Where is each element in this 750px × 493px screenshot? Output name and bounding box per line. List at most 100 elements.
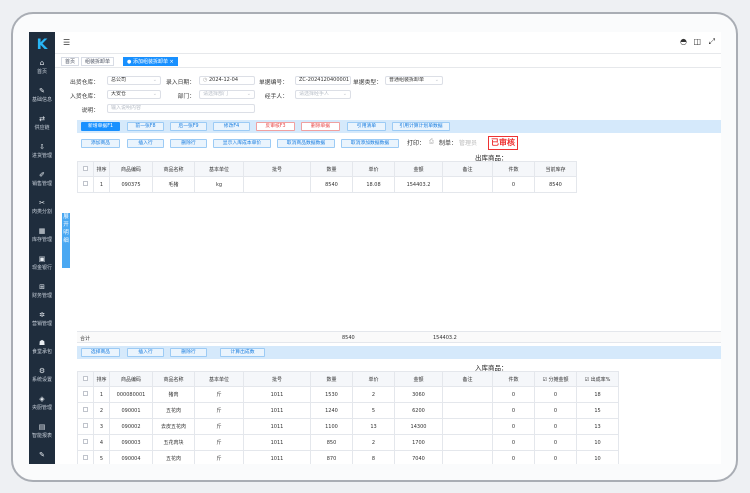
doc-no-input[interactable]: ZC-2024120400001 (295, 76, 351, 85)
sidebar-item[interactable]: ▦ 库存管理 (29, 226, 55, 250)
nav-icon: ✐ (39, 171, 45, 179)
table-cell: 1240 (310, 402, 353, 419)
table-cell: 斤 (194, 386, 244, 403)
handler-placeholder: 请选择经手人 (299, 91, 330, 97)
sidebar-item[interactable]: ✐ 销售管理 (29, 170, 55, 194)
sidebar-item[interactable]: ✂ 肉类分割 (29, 198, 55, 222)
nav-icon: ⚙ (38, 367, 46, 375)
tab-assembly-list[interactable]: 组装拆卸单 (81, 57, 115, 66)
sidebar-item[interactable]: ▣ 现金银行 (29, 254, 55, 278)
sidebar: K ⌂ 首页 ✎ 基础信息 ⇄ 供应链 ⇩ 进货管理 ✐ 销售管理 ✂ 肉类分割 ▦ 库存管理 ▣ 现金银行 ⊞… (29, 32, 55, 464)
date-input[interactable]: ◷ 2024-12-04 (199, 76, 255, 85)
prev-doc-button[interactable]: 前一张F8 (127, 122, 164, 131)
table-cell: 1011 (243, 402, 311, 419)
sidebar-item[interactable]: ✎ (29, 450, 55, 464)
sidebar-item[interactable]: ⊞ 财务管理 (29, 282, 55, 306)
cancel-product-button[interactable]: 取消商品数据数据 (277, 139, 335, 148)
menu-fold-icon[interactable]: ☰ (63, 38, 70, 47)
note-input[interactable]: 输入说明内容 (107, 104, 255, 113)
row-checkbox[interactable] (83, 391, 88, 396)
column-header: 商品编码 (109, 371, 153, 387)
handler-select[interactable]: 请选择经手人 ⌄ (295, 90, 351, 99)
table-cell: 0 (534, 450, 577, 464)
table-row[interactable]: 4 090003 五花肉块斤 1011 850 2 1700 0 0 10 (77, 434, 619, 451)
sidebar-item[interactable]: ✎ 基础信息 (29, 86, 55, 110)
table-cell: 0 (534, 418, 577, 435)
table-cell (77, 434, 94, 451)
doc-type-select[interactable]: 普通组装拆卸单 ⌄ (385, 76, 443, 85)
table-cell: 13 (352, 418, 395, 435)
out-warehouse-select[interactable]: 总公司 ⌄ (107, 76, 161, 85)
sidebar-item[interactable]: ⚙ 系统设置 (29, 366, 55, 390)
table-row[interactable]: 3 090002 去皮五花肉斤 1011 1100 13 14300 0 0 13 (77, 418, 619, 435)
table-cell: 0 (534, 402, 577, 419)
ref-list-button[interactable]: 引用清单 (347, 122, 386, 131)
table-cell: 10 (576, 434, 619, 451)
sidebar-item[interactable]: ⌂ 首页 (29, 58, 55, 82)
layout-icon[interactable]: ◫ (693, 37, 701, 46)
table-cell: 猪肉 (152, 386, 195, 403)
delete-row-button[interactable]: 删除行 (170, 139, 207, 148)
sidebar-item[interactable]: ☗ 食堂承包 (29, 338, 55, 362)
add-product-button[interactable]: 添加商品 (81, 139, 120, 148)
column-header: 件数 (492, 161, 535, 177)
new-doc-button[interactable]: 新增单据F1 (81, 122, 120, 131)
sidebar-item[interactable]: ⇄ 供应链 (29, 114, 55, 138)
printer-icon[interactable]: ⎙ (429, 138, 434, 146)
calc-yield-button[interactable]: 计算出成数 (220, 348, 265, 357)
row-checkbox[interactable] (83, 439, 88, 444)
sidebar-item-label: 库存管理 (31, 237, 52, 243)
fullscreen-icon[interactable]: ⤢ (709, 37, 715, 47)
ref-plan-button[interactable]: 引用计算计划单数据 (392, 122, 450, 131)
column-header: 批号 (243, 371, 311, 387)
expand-detail-tab[interactable]: 展开明细 (62, 213, 70, 268)
table-cell (442, 450, 493, 464)
insert-row-button[interactable]: 插入行 (127, 348, 164, 357)
column-header: 单价 (352, 371, 395, 387)
row-checkbox[interactable] (83, 455, 88, 460)
row-checkbox[interactable] (83, 181, 88, 186)
table-row[interactable]: 5 090004 五花肉斤 1011 870 8 7040 0 0 10 (77, 450, 619, 464)
table-row[interactable]: 1 090375 毛猪 kg 8540 18.08 154403.2 0 8540 (77, 176, 577, 193)
insert-row-button[interactable]: 插入行 (127, 139, 164, 148)
sidebar-item[interactable]: ⇩ 进货管理 (29, 142, 55, 166)
out-products-table: 排序 商品编码 商品名称 基本单位 批号 数量 单价 金额 备注 件数 当前库存 1 090375 毛猪… (77, 161, 577, 193)
unaudit-button[interactable]: 反审核F3 (256, 122, 295, 131)
in-warehouse-select[interactable]: 大安仓 ⌄ (107, 90, 161, 99)
select-all-checkbox[interactable] (83, 165, 88, 171)
select-all-checkbox[interactable] (83, 375, 88, 381)
sidebar-item-label: 基础信息 (31, 97, 52, 103)
cancel-add-button[interactable]: 取消添加数据数据 (341, 139, 399, 148)
nav-icon: ⌂ (39, 59, 45, 67)
in-warehouse-label: 入货仓库： (70, 94, 99, 100)
sidebar-item[interactable]: ◈ 央厨管理 (29, 394, 55, 418)
select-product-button[interactable]: 选择商品 (81, 348, 120, 357)
out-warehouse-label: 出货仓库： (70, 80, 99, 86)
delete-row-button[interactable]: 删除行 (170, 348, 207, 357)
table-cell (442, 176, 493, 193)
table-cell (77, 402, 94, 419)
table-row[interactable]: 1 000080001 猪肉斤 1011 1530 2 3060 0 0 18 (77, 386, 619, 403)
column-header: 金额 (394, 371, 443, 387)
user-switch-icon[interactable]: ◓ (680, 37, 687, 46)
table-row[interactable]: 2 090001 五花肉斤 1011 1240 5 6200 0 0 15 (77, 402, 619, 419)
tab-add-assembly[interactable]: ● 添加组装拆卸单 × (123, 57, 178, 66)
dept-select[interactable]: 请选择部门 ⌄ (199, 90, 255, 99)
row-checkbox[interactable] (83, 407, 88, 412)
column-header: 当前库存 (534, 161, 577, 177)
table-cell: 0 (492, 386, 535, 403)
sidebar-item-label: 销售管理 (31, 181, 52, 187)
table-cell: 0 (492, 402, 535, 419)
edit-button[interactable]: 修改F4 (213, 122, 250, 131)
print-label: 打印： (407, 140, 426, 147)
table-cell: 870 (310, 450, 353, 464)
delete-doc-button[interactable]: 删除单据 (301, 122, 340, 131)
row-checkbox[interactable] (83, 423, 88, 428)
sidebar-item[interactable]: ✲ 营销管理 (29, 310, 55, 334)
tab-home[interactable]: 首页 (61, 57, 80, 66)
show-cost-button[interactable]: 显示入库成本单价 (213, 139, 271, 148)
table-cell: 斤 (194, 402, 244, 419)
table-cell: 2 (352, 386, 395, 403)
next-doc-button[interactable]: 后一张F9 (170, 122, 207, 131)
sidebar-item[interactable]: ▤ 智能报表 (29, 422, 55, 446)
